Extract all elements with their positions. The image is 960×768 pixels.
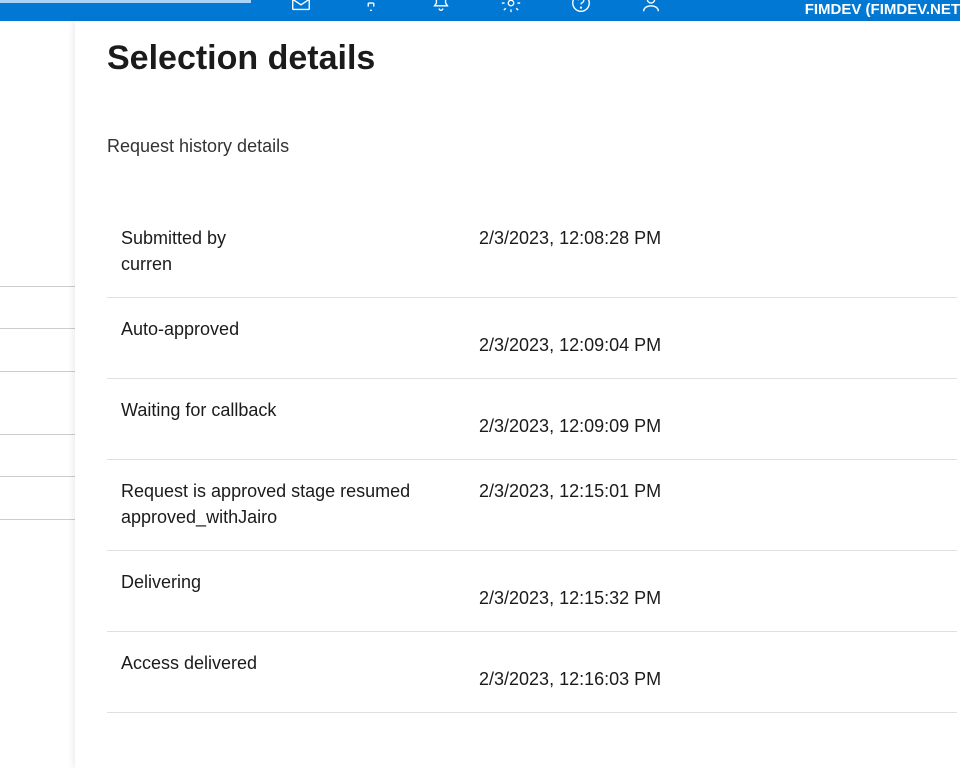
top-bar-icons: [290, 0, 662, 19]
history-timestamp: 2/3/2023, 12:09:04 PM: [479, 316, 661, 358]
main-content: Selection details Request history detail…: [75, 21, 960, 768]
history-list: Submitted by curren 2/3/2023, 12:08:28 P…: [107, 207, 957, 713]
history-item: Access delivered 2/3/2023, 12:16:03 PM: [107, 632, 957, 713]
help-icon[interactable]: [570, 0, 592, 19]
tenant-label: FIMDEV (FIMDEV.NET: [805, 1, 960, 18]
history-title: Request is approved stage resumed: [121, 478, 479, 504]
top-bar-tab-indicator: [0, 0, 251, 3]
history-timestamp: 2/3/2023, 12:16:03 PM: [479, 650, 661, 692]
left-panel: [0, 21, 75, 768]
left-nav-row[interactable]: [0, 286, 75, 329]
gear-icon[interactable]: [500, 0, 522, 19]
history-timestamp: 2/3/2023, 12:15:32 PM: [479, 569, 661, 611]
left-nav-row[interactable]: [0, 477, 75, 520]
history-title: Delivering: [121, 569, 479, 595]
history-title: Submitted by: [121, 225, 479, 251]
history-item: Request is approved stage resumed approv…: [107, 460, 957, 551]
history-title: Access delivered: [121, 650, 479, 676]
history-title: Auto-approved: [121, 316, 479, 342]
bell-icon[interactable]: [430, 0, 452, 19]
history-title: Waiting for callback: [121, 397, 479, 423]
section-label: Request history details: [107, 136, 960, 157]
history-timestamp: 2/3/2023, 12:15:01 PM: [479, 478, 661, 504]
history-sub: curren: [121, 251, 479, 277]
top-bar: FIMDEV (FIMDEV.NET: [0, 0, 960, 21]
person-icon[interactable]: [640, 0, 662, 19]
history-timestamp: 2/3/2023, 12:08:28 PM: [479, 225, 661, 251]
history-item: Submitted by curren 2/3/2023, 12:08:28 P…: [107, 207, 957, 298]
mail-icon[interactable]: [290, 0, 312, 19]
history-item: Auto-approved 2/3/2023, 12:09:04 PM: [107, 298, 957, 379]
left-nav-row[interactable]: [0, 329, 75, 372]
history-timestamp: 2/3/2023, 12:09:09 PM: [479, 397, 661, 439]
history-item: Delivering 2/3/2023, 12:15:32 PM: [107, 551, 957, 632]
history-sub: approved_withJairo: [121, 504, 479, 530]
left-nav-row[interactable]: [0, 434, 75, 477]
history-item: Waiting for callback 2/3/2023, 12:09:09 …: [107, 379, 957, 460]
filter-icon[interactable]: [360, 0, 382, 19]
page-title: Selection details: [107, 39, 960, 78]
